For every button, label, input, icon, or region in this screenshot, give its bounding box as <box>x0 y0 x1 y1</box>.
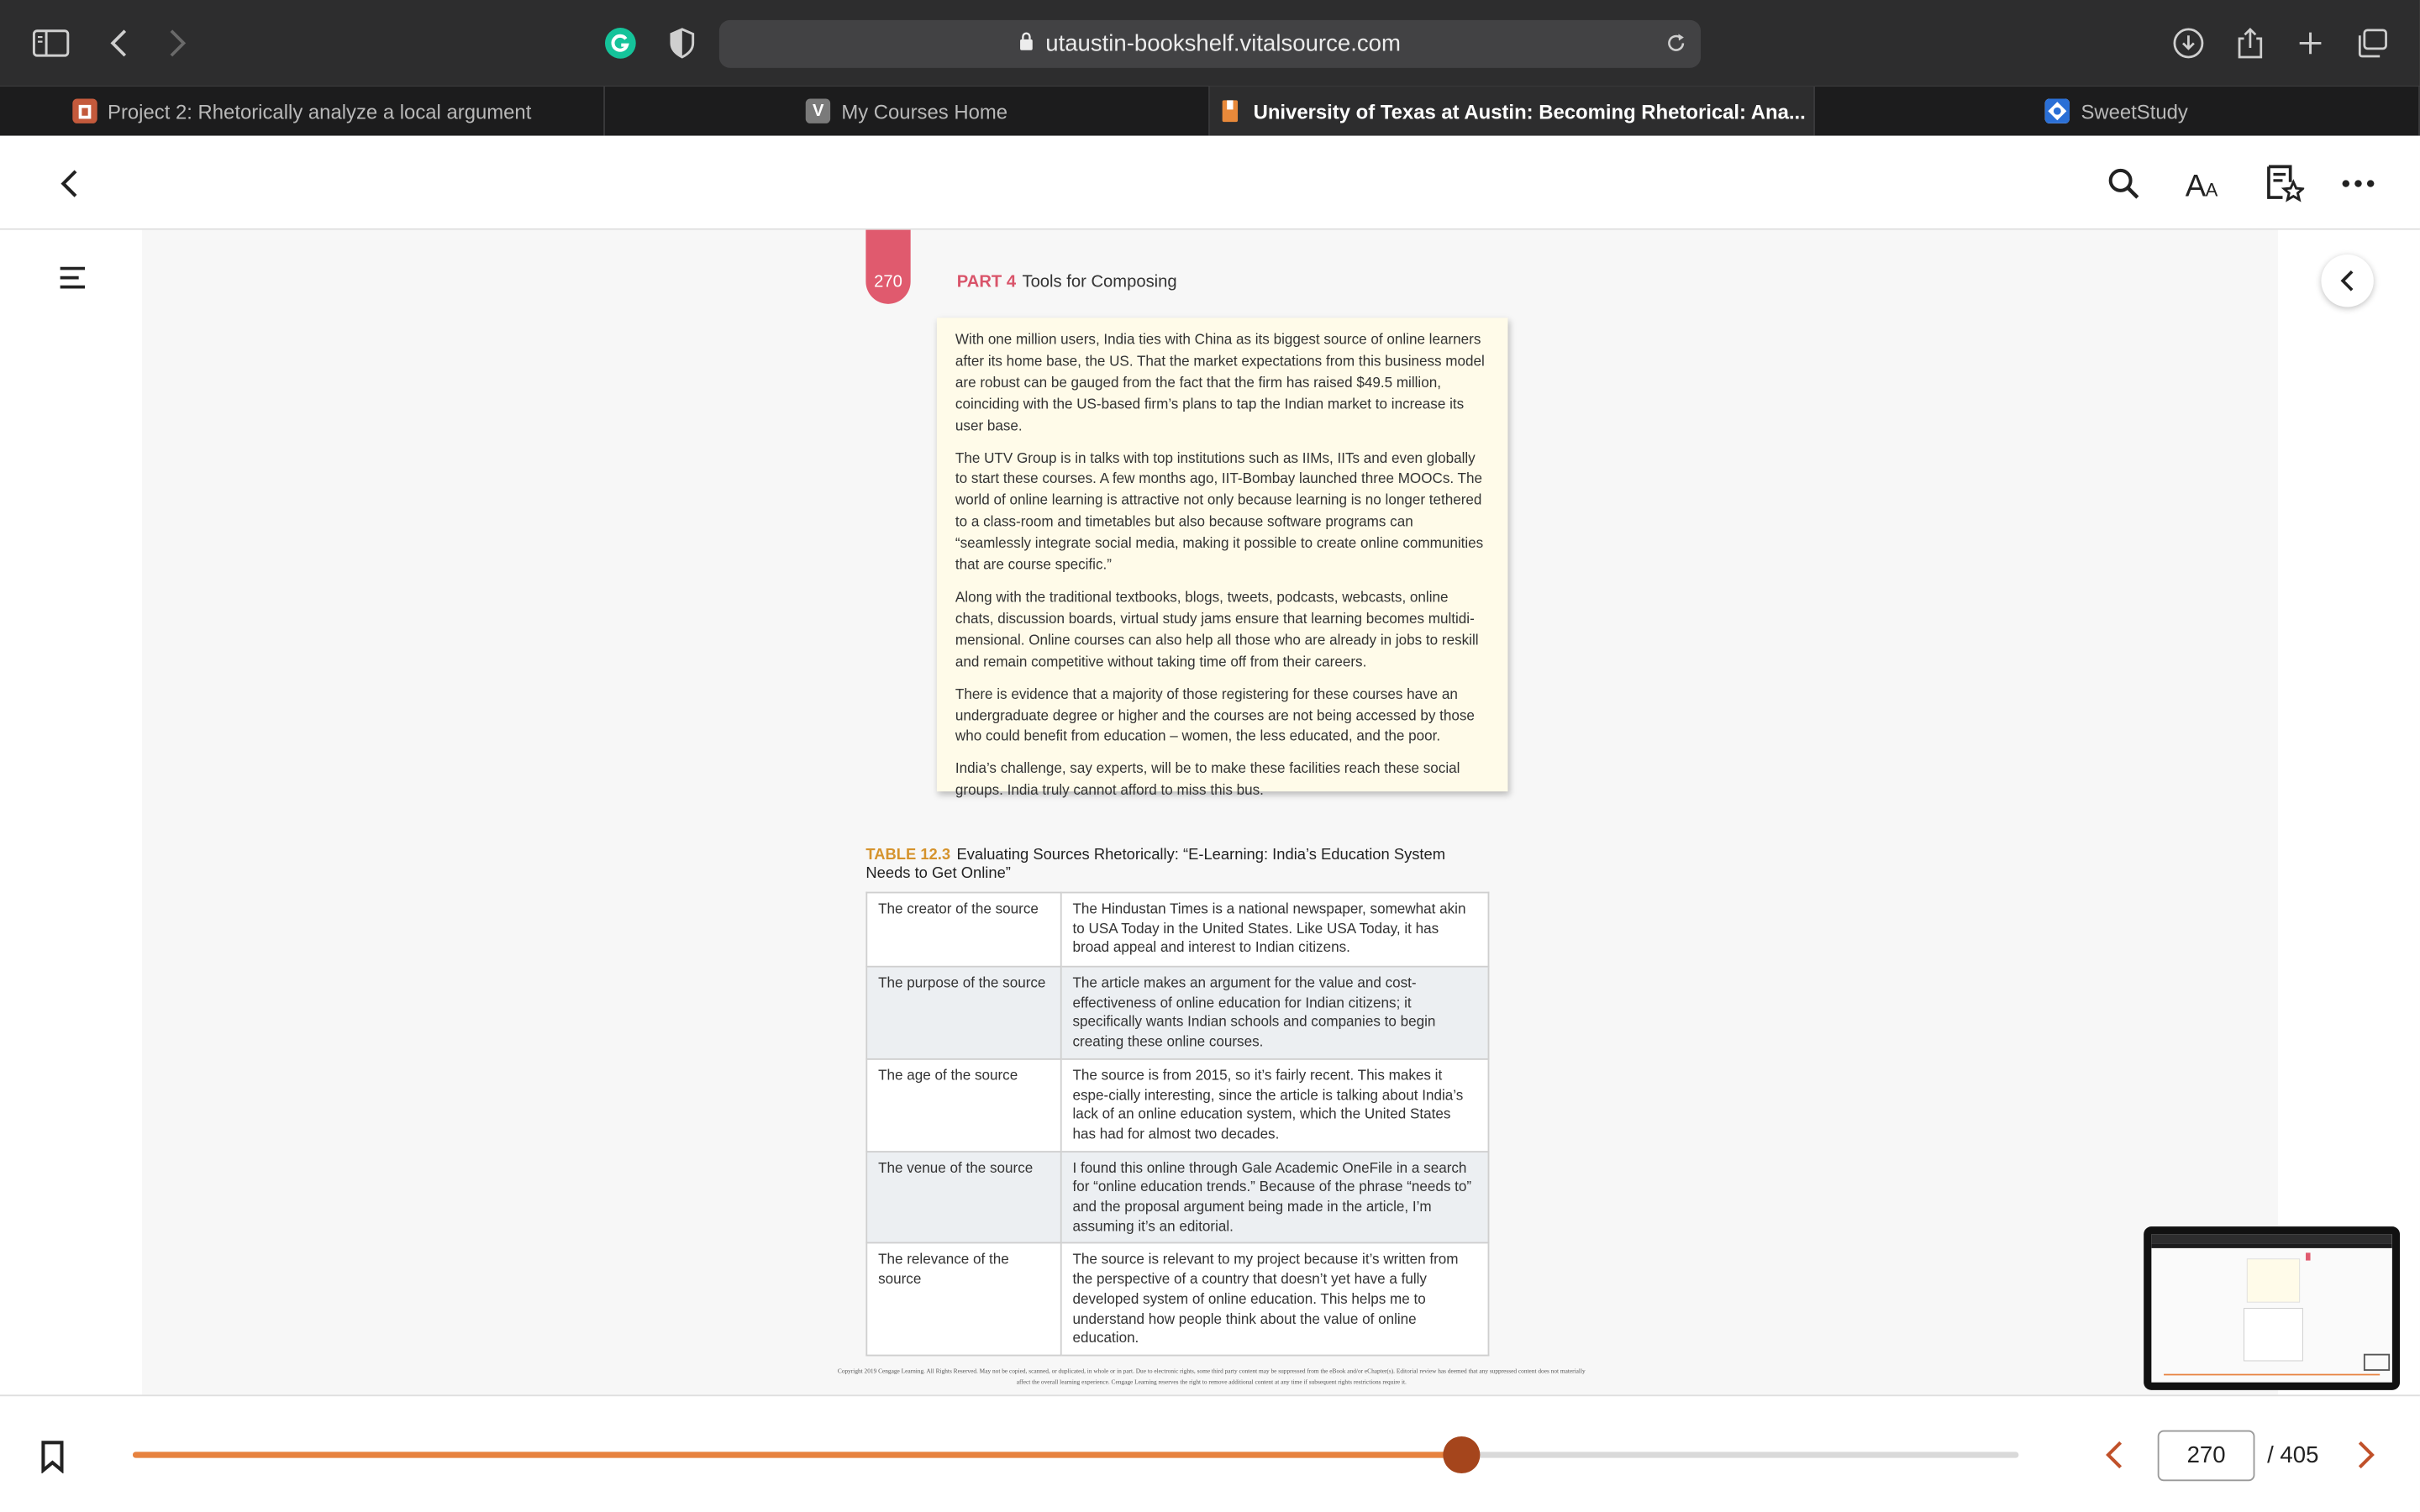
row-key: The relevance of the source <box>865 1242 1062 1357</box>
row-value: I found this online through Gale Academi… <box>1060 1150 1490 1245</box>
evaluating-sources-table: The creator of the source The Hindustan … <box>865 891 1490 1357</box>
part-title: Tools for Composing <box>1022 273 1177 292</box>
row-value: The Hindustan Times is a national newspa… <box>1060 891 1490 968</box>
left-gutter <box>0 229 142 1395</box>
tab-label: My Courses Home <box>841 99 1008 123</box>
row-value: The article makes an argument for the va… <box>1060 965 1490 1060</box>
thumbnail-image <box>2151 1234 2392 1376</box>
privacy-shield-icon[interactable] <box>660 22 703 65</box>
article-excerpt-box: With one million users, India ties with … <box>936 318 1508 798</box>
table-row: The purpose of the source The article ma… <box>865 965 1490 1060</box>
copyright-notice: Copyright 2019 Cengage Learning. All Rig… <box>837 1367 1586 1386</box>
slider-handle[interactable] <box>1443 1436 1481 1474</box>
thumbnail-preview <box>2151 1234 2392 1383</box>
new-tab-icon[interactable] <box>2289 22 2332 65</box>
tab-label: SweetStudy <box>2081 99 2188 123</box>
total-pages: / 405 <box>2267 1442 2319 1469</box>
excerpt-paragraph: There is evidence that a majority of tho… <box>955 685 1475 745</box>
screen-recording-thumbnail[interactable] <box>2144 1226 2401 1390</box>
grammarly-icon[interactable] <box>599 22 642 65</box>
page-number-input[interactable] <box>2157 1430 2255 1482</box>
table-title: Evaluating Sources Rhetorically: “E-Lear… <box>865 847 1446 883</box>
table-row: The venue of the source I found this onl… <box>865 1150 1490 1245</box>
right-gutter <box>2277 229 2420 1395</box>
excerpt-paragraph: With one million users, India ties with … <box>955 331 1485 433</box>
table-row: The creator of the source The Hindustan … <box>865 891 1490 968</box>
forward-icon[interactable] <box>156 22 199 65</box>
reader-back-icon[interactable] <box>46 160 92 207</box>
row-value: The source is from 2015, so it’s fairly … <box>1060 1058 1490 1152</box>
page-number-ribbon: 270 <box>865 229 911 304</box>
lock-icon <box>1019 31 1034 57</box>
browser-toolbar: utaustin-bookshelf.vitalsource.com <box>0 0 2420 87</box>
tab-label: University of Texas at Austin: Becoming … <box>1253 99 1806 123</box>
bookmarks-list-icon[interactable] <box>2261 160 2307 207</box>
part-label: PART 4 <box>956 273 1017 292</box>
previous-page-icon[interactable] <box>2096 1436 2133 1473</box>
svg-text:A: A <box>2206 179 2218 200</box>
excerpt-paragraph: Along with the traditional textbooks, bl… <box>955 589 1479 669</box>
tab-overview-icon[interactable] <box>2350 22 2393 65</box>
tab-bar: Project 2: Rhetorically analyze a local … <box>0 86 2420 136</box>
bookmark-icon[interactable] <box>40 1440 65 1482</box>
screen: utaustin-bookshelf.vitalsource.com Proje… <box>0 0 2420 1512</box>
table-caption: TABLE 12.3 Evaluating Sources Rhetoricall… <box>865 847 1467 884</box>
share-icon[interactable] <box>2228 22 2271 65</box>
table-row: The age of the source The source is from… <box>865 1058 1490 1152</box>
back-icon[interactable] <box>97 22 140 65</box>
page-progress-slider[interactable] <box>132 1436 2019 1474</box>
excerpt-paragraph: India’s challenge, say experts, will be … <box>955 761 1460 798</box>
reader-header: AA <box>0 135 2420 230</box>
ut-favicon-icon <box>71 98 97 123</box>
tab-label: Project 2: Rhetorically analyze a local … <box>108 99 532 123</box>
downloads-icon[interactable] <box>2167 22 2210 65</box>
next-page-icon[interactable] <box>2348 1436 2385 1473</box>
bookshelf-favicon-icon <box>1218 99 1242 123</box>
vitalsource-favicon-icon: V <box>806 98 831 123</box>
tab-becoming-rhetorical[interactable]: University of Texas at Austin: Becoming … <box>1209 86 1815 136</box>
row-key: The venue of the source <box>865 1150 1062 1245</box>
search-icon[interactable] <box>2101 160 2147 207</box>
collapse-panel-button[interactable] <box>2321 255 2374 307</box>
reader-footer: / 405 <box>0 1394 2420 1512</box>
tab-sweetstudy[interactable]: SweetStudy <box>1815 86 2420 136</box>
tab-project-2[interactable]: Project 2: Rhetorically analyze a local … <box>0 86 605 136</box>
chevron-left-icon <box>2340 270 2354 291</box>
sidebar-toggle-icon[interactable] <box>29 22 72 65</box>
row-key: The creator of the source <box>865 891 1062 968</box>
row-value: The source is relevant to my project bec… <box>1060 1242 1490 1357</box>
row-key: The purpose of the source <box>865 965 1062 1060</box>
more-options-icon[interactable] <box>2335 160 2381 207</box>
tab-my-courses-home[interactable]: V My Courses Home <box>605 86 1210 136</box>
running-header: PART 4 Tools for Composing <box>957 273 1177 291</box>
url-text: utaustin-bookshelf.vitalsource.com <box>1045 30 1401 57</box>
sweetstudy-favicon-icon <box>2045 98 2070 123</box>
table-row: The relevance of the source The source i… <box>865 1242 1490 1357</box>
reload-icon[interactable] <box>1660 28 1691 59</box>
table-label: TABLE 12.3 <box>865 847 951 864</box>
excerpt-paragraph: The UTV Group is in talks with top insti… <box>955 449 1484 573</box>
table-of-contents-icon[interactable] <box>59 265 87 298</box>
svg-text:A: A <box>2186 168 2207 201</box>
row-key: The age of the source <box>865 1058 1062 1152</box>
address-bar[interactable]: utaustin-bookshelf.vitalsource.com <box>718 19 1702 68</box>
slider-fill <box>132 1452 1462 1458</box>
text-size-icon[interactable]: AA <box>2181 160 2227 207</box>
